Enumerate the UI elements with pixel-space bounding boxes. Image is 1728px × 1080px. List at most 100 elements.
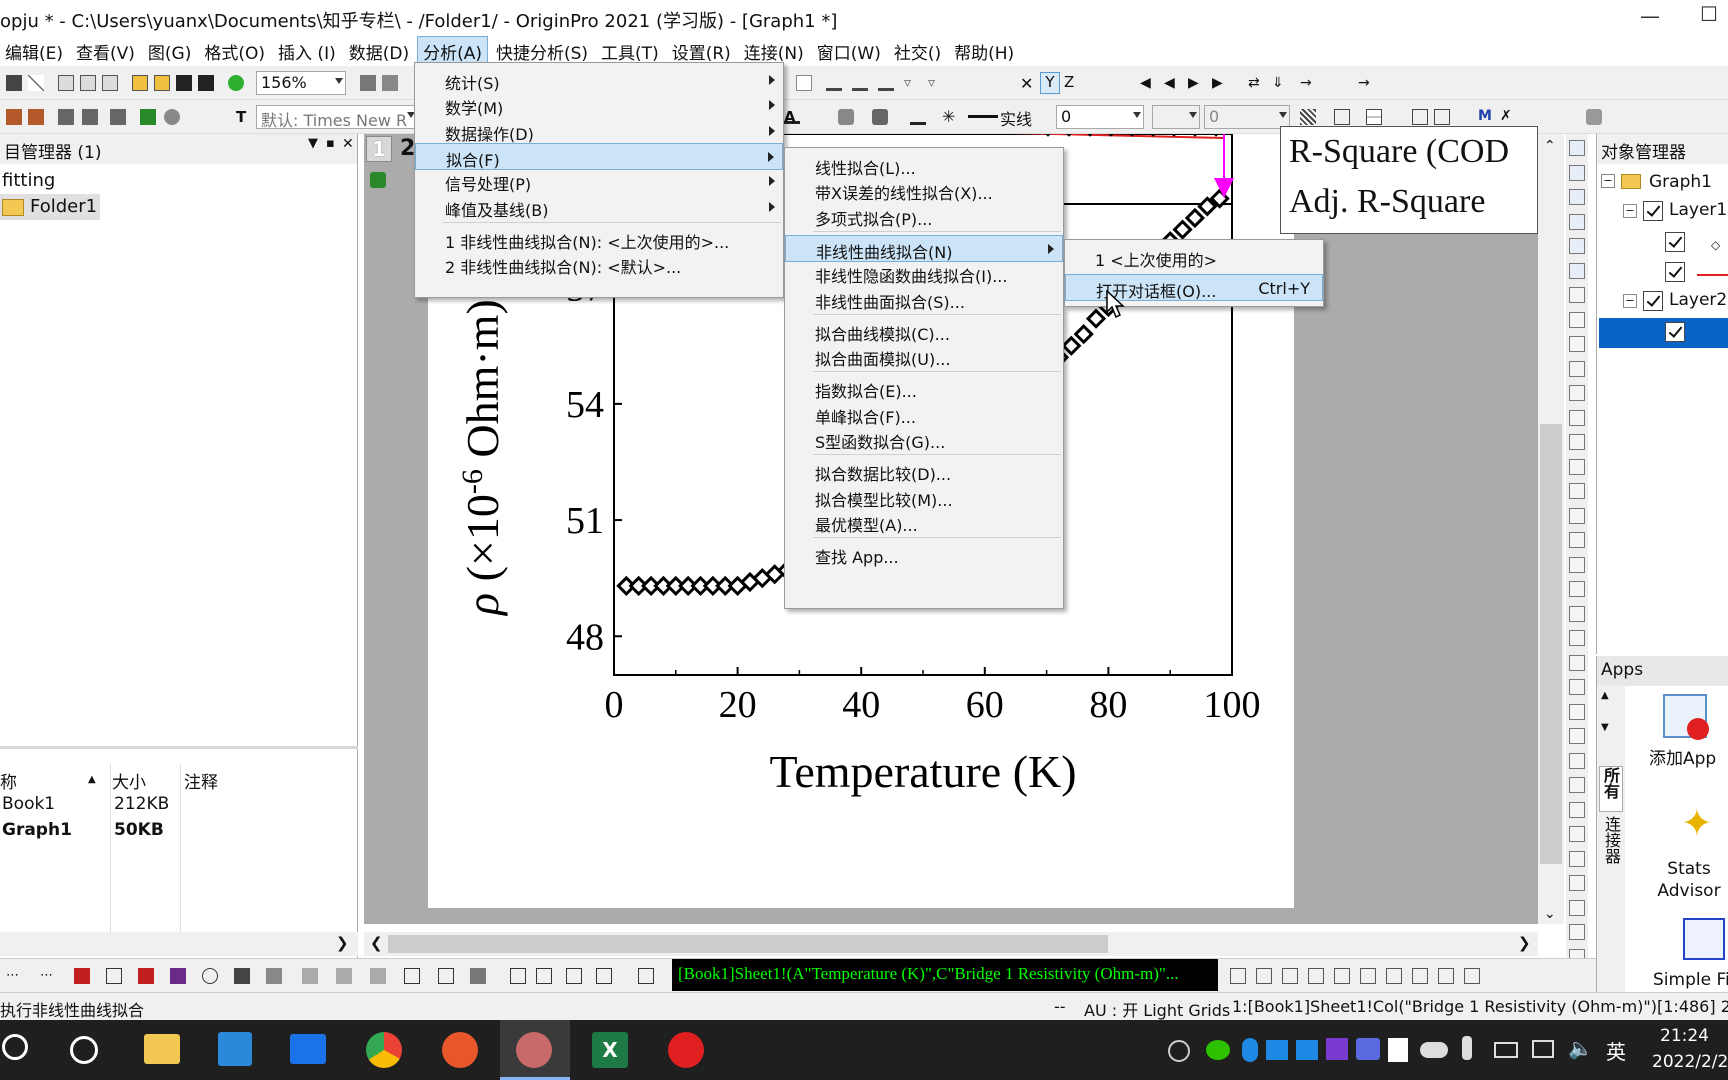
recalculate-icon[interactable]: [228, 75, 244, 91]
table-graph-icon[interactable]: [404, 968, 420, 984]
toolstrip-tool-icon[interactable]: [1569, 728, 1585, 744]
layout-6-icon[interactable]: [1412, 968, 1428, 984]
apps-tab-connectors[interactable]: 连接器: [1599, 816, 1623, 882]
fit-menu-item-7[interactable]: 拟合曲面模拟(U)...: [785, 343, 1063, 370]
toolstrip-tool-icon[interactable]: [1569, 164, 1585, 181]
toolstrip-tool-icon[interactable]: [1569, 409, 1585, 426]
grid-graph-icon[interactable]: [438, 968, 454, 984]
layer2-checkbox[interactable]: [1643, 291, 1663, 311]
maximize-button[interactable]: ☐: [1700, 2, 1718, 26]
task-view-icon[interactable]: [70, 1036, 98, 1064]
contour-icon[interactable]: [302, 968, 318, 984]
menu-1[interactable]: 查看(V): [71, 37, 140, 66]
toolstrip-tool-icon[interactable]: [1569, 850, 1585, 867]
bar-chart-icon[interactable]: [74, 968, 90, 984]
graph-vertical-scrollbar[interactable]: ⌃ ⌄: [1538, 134, 1564, 924]
simple-fit-label[interactable]: Simple Fit: [1653, 970, 1728, 990]
analysis-menu-item-5[interactable]: 峰值及基线(B): [415, 194, 783, 221]
scroll-thumb[interactable]: [1540, 424, 1562, 864]
script-line[interactable]: [Book1]Sheet1!(A"Temperature (K)",C"Brid…: [672, 959, 1218, 991]
new-worksheet-icon[interactable]: [58, 75, 74, 91]
chrome-icon[interactable]: [366, 1032, 402, 1068]
analysis-menu-item-4[interactable]: 信号处理(P): [415, 168, 783, 195]
line-style-label[interactable]: 实线: [1000, 106, 1032, 130]
column-plot-icon[interactable]: [826, 75, 842, 91]
apps-down-icon[interactable]: ▼: [1601, 722, 1609, 733]
add-app-icon[interactable]: [1663, 694, 1709, 740]
toolstrip-tool-icon[interactable]: [1569, 899, 1585, 916]
fit-menu-item-4[interactable]: 非线性隐函数曲线拟合(I)...: [785, 260, 1063, 287]
font-combo[interactable]: 默认: Times New R: [256, 105, 418, 129]
M-icon[interactable]: M: [1478, 108, 1494, 124]
layout-3-icon[interactable]: [1334, 968, 1350, 984]
filter-clear-icon[interactable]: ▿: [928, 75, 944, 91]
toolstrip-tool-icon[interactable]: [1569, 777, 1585, 793]
print-icon[interactable]: [360, 75, 376, 91]
scroll-right-icon[interactable]: ❯: [1518, 934, 1531, 952]
save-icon[interactable]: [176, 75, 192, 91]
fit-menu-item-14[interactable]: 查找 App...: [785, 541, 1063, 568]
toolstrip-tool-icon[interactable]: [1569, 924, 1585, 940]
color-combo[interactable]: [1152, 105, 1200, 129]
line-symbol-icon[interactable]: ⋯: [40, 968, 56, 984]
fit-menu-item-10[interactable]: S型函数拟合(G)...: [785, 426, 1063, 453]
layout-8-icon[interactable]: [1464, 968, 1480, 984]
toolstrip-tool-icon[interactable]: [1569, 679, 1585, 695]
layout-7-icon[interactable]: [1438, 968, 1454, 984]
fit-menu-item-13[interactable]: 最优模型(A)...: [785, 509, 1063, 536]
clone-icon[interactable]: [510, 968, 526, 984]
layer-icon[interactable]: [58, 109, 74, 125]
arrange-icon[interactable]: [596, 968, 612, 984]
new-matrix-icon[interactable]: [80, 75, 96, 91]
layout-2-icon[interactable]: [1308, 968, 1324, 984]
text-tool-icon[interactable]: T: [236, 108, 252, 126]
network-icon[interactable]: [1532, 1040, 1554, 1058]
surface-icon[interactable]: [336, 968, 352, 984]
plot3-checkbox[interactable]: [1665, 322, 1685, 342]
polar-icon[interactable]: [202, 968, 218, 984]
menu-4[interactable]: 插入 (I): [273, 37, 341, 66]
simple-fit-icon[interactable]: [1683, 918, 1725, 960]
toolstrip-tool-icon[interactable]: [1569, 385, 1585, 401]
scroll-down-icon[interactable]: ⌄: [1544, 906, 1556, 922]
first-icon[interactable]: ◀: [1140, 75, 1156, 91]
fit-menu-item-11[interactable]: 拟合数据比较(D)...: [785, 458, 1063, 485]
fit-menu-item-9[interactable]: 单峰拟合(F)...: [785, 401, 1063, 428]
tree-item-folder1[interactable]: Folder1: [0, 194, 100, 220]
layout-icon[interactable]: [1282, 968, 1298, 984]
3d-icon[interactable]: [266, 968, 282, 984]
nl-menu-item-0[interactable]: 1 <上次使用的>: [1065, 244, 1323, 271]
toolstrip-tool-icon[interactable]: [1569, 287, 1585, 303]
bluetooth-icon[interactable]: [1242, 1038, 1258, 1062]
fit-menu-item-0[interactable]: 线性拟合(L)...: [785, 152, 1063, 179]
fit-menu-item-8[interactable]: 指数拟合(E)...: [785, 375, 1063, 402]
stat-chart-icon[interactable]: [138, 968, 154, 984]
flip-icon[interactable]: ✗: [1500, 108, 1516, 124]
toolstrip-tool-icon[interactable]: [1569, 875, 1585, 891]
arrow-right-icon[interactable]: →: [1300, 75, 1316, 91]
shield-icon[interactable]: [1388, 1038, 1408, 1062]
object-graph1[interactable]: Graph1: [1649, 172, 1712, 192]
table-icon[interactable]: [1366, 109, 1382, 125]
grid-icon[interactable]: [6, 75, 22, 91]
z-axis-icon[interactable]: Z: [1064, 73, 1080, 91]
frame-2-icon[interactable]: [1434, 109, 1450, 125]
collapse-layer1-icon[interactable]: −: [1623, 204, 1637, 218]
frame-icon[interactable]: [1412, 109, 1428, 125]
toolstrip-tool-icon[interactable]: [1569, 630, 1585, 646]
graph-horizontal-scrollbar[interactable]: ❮ ❯: [364, 932, 1538, 956]
toolstrip-tool-icon[interactable]: [1569, 483, 1585, 499]
menu-5[interactable]: 数据(D): [344, 37, 414, 66]
stats-advisor-icon[interactable]: ✦: [1681, 804, 1713, 842]
new-excel-icon[interactable]: [102, 75, 118, 91]
close-icon[interactable]: ✕: [342, 136, 354, 152]
toolstrip-tool-icon[interactable]: [1569, 434, 1585, 450]
nl-menu-item-1[interactable]: 打开对话框(O)... Ctrl+Y: [1065, 274, 1323, 301]
usb-icon[interactable]: [1462, 1036, 1472, 1060]
merge-graph-icon[interactable]: [566, 968, 582, 984]
save-template-icon[interactable]: [198, 75, 214, 91]
analysis-menu-item-3[interactable]: 拟合(F): [415, 142, 783, 170]
tree-item-fitting[interactable]: fitting: [2, 170, 55, 191]
analysis-menu-item-0[interactable]: 统计(S): [415, 67, 783, 94]
mail-icon[interactable]: [290, 1034, 326, 1064]
